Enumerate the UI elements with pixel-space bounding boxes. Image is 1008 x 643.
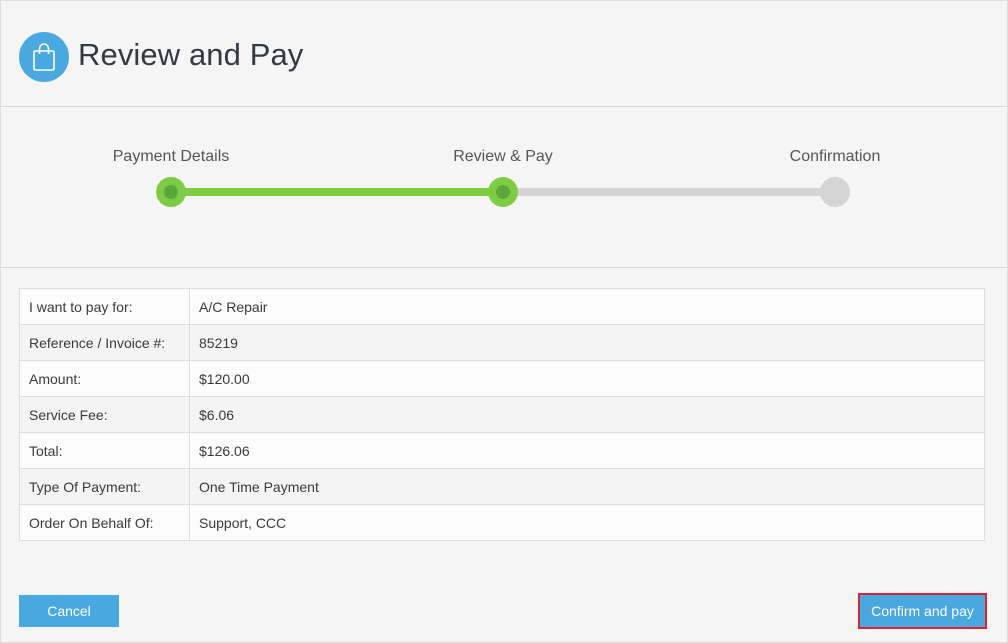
table-row: Order On Behalf Of: Support, CCC [19,504,985,541]
confirm-and-pay-button[interactable]: Confirm and pay [858,593,987,629]
row-value: A/C Repair [189,288,985,325]
row-value: $120.00 [189,360,985,397]
table-row: Reference / Invoice #: 85219 [19,324,985,361]
step-label-payment-details: Payment Details [112,148,230,165]
cancel-button[interactable]: Cancel [19,595,119,627]
row-label: Service Fee: [19,396,190,433]
step-marker-payment-details [156,177,186,207]
row-label: Order On Behalf Of: [19,504,190,541]
review-pay-panel: Review and Pay Payment Details Review & … [0,0,1008,643]
table-row: I want to pay for: A/C Repair [19,288,985,325]
row-value: 85219 [189,324,985,361]
row-value: One Time Payment [189,468,985,505]
row-label: Type Of Payment: [19,468,190,505]
row-value: Support, CCC [189,504,985,541]
row-label: Amount: [19,360,190,397]
progress-track-pending [503,188,835,196]
row-label: I want to pay for: [19,288,190,325]
row-value: $6.06 [189,396,985,433]
table-row: Service Fee: $6.06 [19,396,985,433]
progress-stepper: Payment Details Review & Pay Confirmatio… [1,107,1007,268]
progress-track-complete [171,188,503,196]
shopping-bag-icon [19,32,69,82]
page-header: Review and Pay [1,1,1007,107]
row-label: Total: [19,432,190,469]
row-value: $126.06 [189,432,985,469]
step-label-confirmation: Confirmation [789,148,881,165]
table-row: Type Of Payment: One Time Payment [19,468,985,505]
row-label: Reference / Invoice #: [19,324,190,361]
table-row: Amount: $120.00 [19,360,985,397]
step-marker-review-pay [488,177,518,207]
table-row: Total: $126.06 [19,432,985,469]
step-marker-confirmation [820,177,850,207]
step-label-review-pay: Review & Pay [453,148,553,165]
page-title: Review and Pay [78,37,304,72]
payment-summary-table: I want to pay for: A/C Repair Reference … [19,288,985,541]
